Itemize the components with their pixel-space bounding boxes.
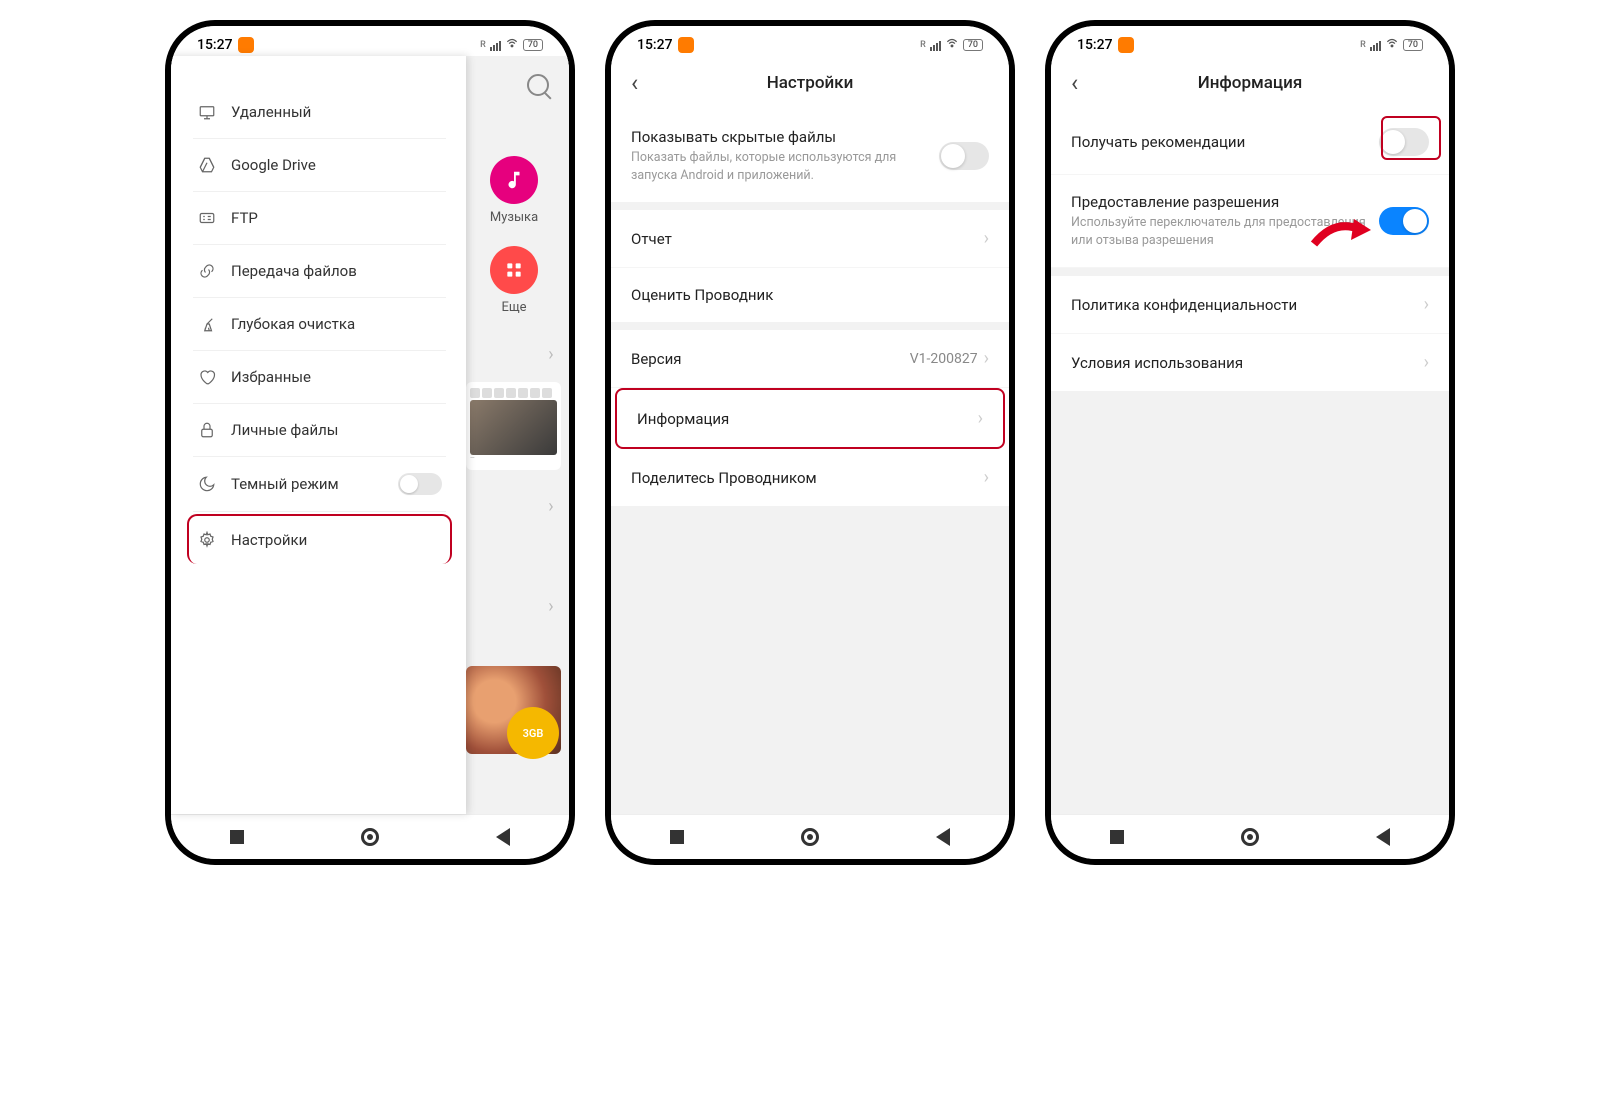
page-title: Информация <box>1198 73 1303 93</box>
page-title: Настройки <box>767 73 854 93</box>
drawer-item-private[interactable]: Личные файлы <box>193 404 446 457</box>
drawer-item-ftp[interactable]: FTP <box>193 192 446 245</box>
status-time: 15:27 <box>637 37 673 53</box>
app-indicator-icon <box>678 37 694 53</box>
wifi-icon <box>505 36 519 54</box>
main-content-peek: Музыка Еще › — › › › 3GB <box>459 56 569 814</box>
app-indicator-icon <box>238 37 254 53</box>
page-header: ‹ Настройки <box>611 56 1009 110</box>
gdrive-icon <box>197 155 217 175</box>
nav-recents[interactable] <box>224 824 250 850</box>
row-chevron-icon[interactable]: › <box>541 596 561 617</box>
heart-icon <box>197 367 217 387</box>
gear-icon <box>197 530 217 550</box>
chevron-right-icon: › <box>984 467 989 488</box>
wifi-icon <box>1385 36 1399 54</box>
nav-home[interactable] <box>797 824 823 850</box>
drawer-item-clean[interactable]: Глубокая очистка <box>193 298 446 351</box>
setting-version[interactable]: Версия V1-200827 › <box>611 330 1009 388</box>
chevron-right-icon: › <box>1424 352 1429 373</box>
hidden-files-toggle[interactable] <box>939 142 989 170</box>
drawer-item-remote[interactable]: Удаленный <box>193 86 446 139</box>
setting-report[interactable]: Отчет › <box>611 210 1009 268</box>
category-music[interactable]: Музыка <box>484 156 544 225</box>
nav-back[interactable] <box>1370 824 1396 850</box>
signal-icon <box>930 39 941 51</box>
chevron-right-icon: › <box>978 408 983 429</box>
status-bar: 15:27 R 70 <box>611 26 1009 56</box>
wifi-icon <box>945 36 959 54</box>
chevron-right-icon: › <box>1424 294 1429 315</box>
row-chevron-icon[interactable]: › <box>541 344 561 365</box>
version-value: V1-200827 <box>910 351 978 367</box>
navigation-drawer: Удаленный Google Drive FTP Передача файл… <box>171 56 466 814</box>
setting-rate[interactable]: Оценить Проводник <box>611 268 1009 322</box>
setting-information[interactable]: Информация › <box>615 388 1005 449</box>
battery-icon: 70 <box>523 39 543 51</box>
status-time: 15:27 <box>1077 37 1113 53</box>
drawer-item-dark-mode[interactable]: Темный режим <box>193 457 446 512</box>
nav-back[interactable] <box>930 824 956 850</box>
moon-icon <box>197 474 217 494</box>
back-button[interactable]: ‹ <box>625 69 644 97</box>
status-bar: 15:27 R 70 <box>171 26 569 56</box>
setting-privacy-policy[interactable]: Политика конфиденциальности › <box>1051 276 1449 334</box>
nav-home[interactable] <box>357 824 383 850</box>
signal-icon <box>490 39 501 51</box>
nav-recents[interactable] <box>1104 824 1130 850</box>
setting-permissions[interactable]: Предоставление разрешения Используйте пе… <box>1051 175 1449 268</box>
drawer-item-transfer[interactable]: Передача файлов <box>193 245 446 298</box>
app-indicator-icon <box>1118 37 1134 53</box>
navigation-bar <box>1051 814 1449 859</box>
chevron-right-icon: › <box>984 348 989 369</box>
back-button[interactable]: ‹ <box>1065 69 1084 97</box>
nav-back[interactable] <box>490 824 516 850</box>
page-header: ‹ Информация <box>1051 56 1449 110</box>
status-bar: 15:27 R 70 <box>1051 26 1449 56</box>
search-icon[interactable] <box>527 74 549 96</box>
setting-hidden-files[interactable]: Показывать скрытые файлы Показать файлы,… <box>611 110 1009 202</box>
row-chevron-icon[interactable]: › <box>541 496 561 517</box>
setting-terms[interactable]: Условия использования › <box>1051 334 1449 391</box>
drawer-item-settings[interactable]: Настройки <box>187 514 452 564</box>
navigation-bar <box>611 814 1009 859</box>
recent-thumbnail[interactable]: — <box>466 382 561 470</box>
dark-mode-toggle[interactable] <box>398 473 442 495</box>
nav-home[interactable] <box>1237 824 1263 850</box>
navigation-bar <box>171 814 569 859</box>
status-time: 15:27 <box>197 37 233 53</box>
link-icon <box>197 261 217 281</box>
drawer-item-favorites[interactable]: Избранные <box>193 351 446 404</box>
category-more[interactable]: Еще <box>484 246 544 315</box>
battery-icon: 70 <box>963 39 983 51</box>
battery-icon: 70 <box>1403 39 1423 51</box>
nav-recents[interactable] <box>664 824 690 850</box>
signal-icon <box>1370 39 1381 51</box>
annotation-highlight <box>1381 116 1441 160</box>
ftp-icon <box>197 208 217 228</box>
lock-icon <box>197 420 217 440</box>
permissions-toggle[interactable] <box>1379 207 1429 235</box>
setting-share[interactable]: Поделитесь Проводником › <box>611 449 1009 506</box>
chevron-right-icon: › <box>984 228 989 249</box>
drawer-item-gdrive[interactable]: Google Drive <box>193 139 446 192</box>
broom-icon <box>197 314 217 334</box>
cleaner-fab[interactable]: 3GB <box>507 707 559 759</box>
monitor-icon <box>197 102 217 122</box>
